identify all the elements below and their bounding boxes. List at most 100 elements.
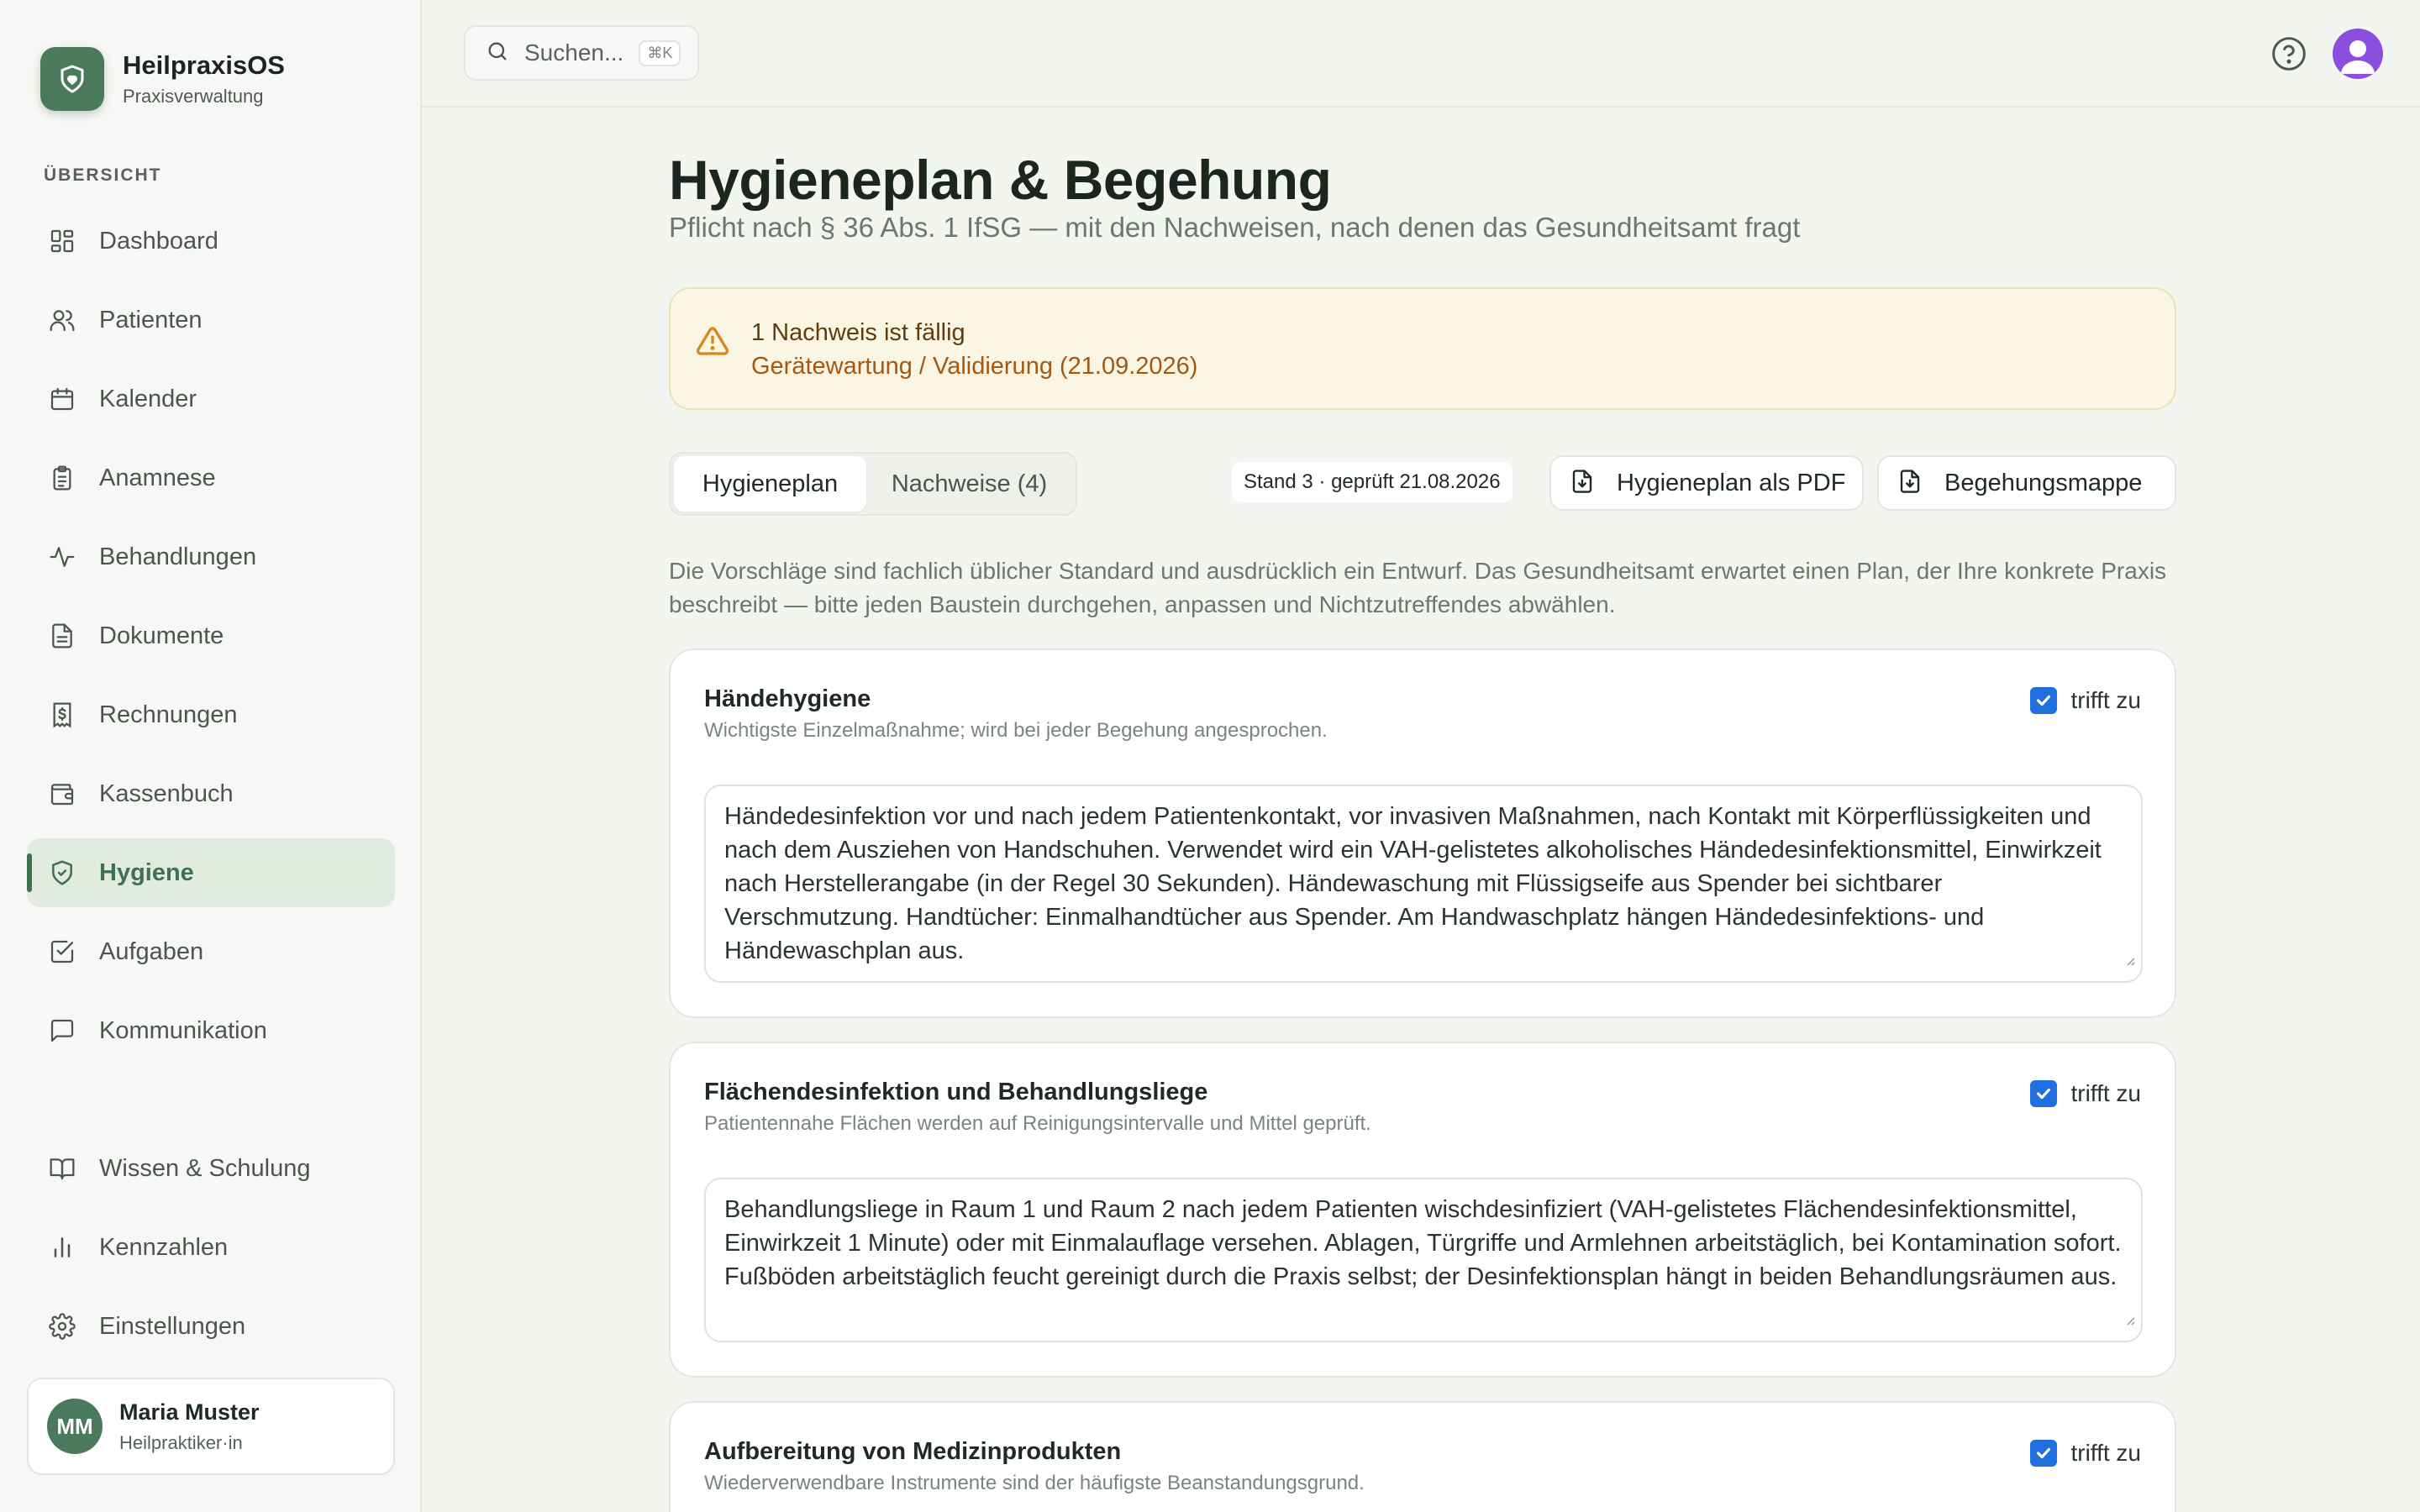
sidebar-item-label: Kennzahlen: [99, 1233, 229, 1261]
export-pdf-label: Hygieneplan als PDF: [1617, 469, 1846, 496]
sidebar-item-label: Behandlungen: [99, 543, 257, 570]
applies-checkbox[interactable]: trifft zu: [2030, 1080, 2141, 1107]
sidebar-item-label: Kommunikation: [99, 1016, 267, 1044]
sidebar-item-label: Anamnese: [99, 464, 216, 491]
sidebar-item-label: Kassenbuch: [99, 780, 234, 807]
search-icon: [486, 39, 509, 67]
page-subtitle: Pflicht nach § 36 Abs. 1 IfSG — mit den …: [669, 212, 1801, 243]
section-text: Händedesinfektion vor und nach jedem Pat…: [724, 803, 2102, 964]
sidebar-item-label: Patienten: [99, 306, 203, 333]
checkbox-label: trifft zu: [2070, 1080, 2141, 1106]
user-name: Maria Muster: [119, 1399, 260, 1425]
due-alert: 1 Nachweis ist fällig Gerätewartung / Va…: [669, 287, 2176, 410]
alert-title: 1 Nachweis ist fällig: [751, 319, 965, 346]
sidebar-item-anamnese[interactable]: Anamnese: [27, 444, 395, 512]
app-subtitle: Praxisverwaltung: [123, 86, 264, 107]
section-card-flaechendesinfektion: Flächendesinfektion und Behandlungsliege…: [669, 1042, 2176, 1378]
applies-checkbox[interactable]: trifft zu: [2030, 1440, 2141, 1467]
help-icon[interactable]: [2270, 35, 2307, 72]
status-badge: Stand 3 · geprüft 21.08.2026: [1232, 462, 1512, 502]
intro-text: Die Vorschläge sind fachlich üblicher St…: [669, 558, 2167, 617]
checkmark-icon: [2030, 1080, 2058, 1107]
activity-icon: [47, 542, 77, 572]
nav-section-label: ÜBERSICHT: [44, 165, 162, 185]
checkbox-label: trifft zu: [2070, 687, 2141, 713]
wallet-icon: [47, 779, 77, 809]
section-textarea[interactable]: Behandlungsliege in Raum 1 und Raum 2 na…: [704, 1178, 2143, 1342]
message-icon: [47, 1016, 77, 1046]
applies-checkbox[interactable]: trifft zu: [2030, 687, 2141, 714]
section-description: Wiederverwendbare Instrumente sind der h…: [704, 1472, 1365, 1494]
grid-icon: [47, 226, 77, 256]
receipt-icon: [47, 700, 77, 730]
sidebar-item-aufgaben[interactable]: Aufgaben: [27, 917, 395, 986]
alert-detail: Gerätewartung / Validierung (21.09.2026): [751, 353, 1198, 380]
users-icon: [47, 305, 77, 335]
avatar: MM: [47, 1399, 103, 1454]
search-shortcut: ⌘K: [639, 39, 681, 66]
sidebar-item-dokumente[interactable]: Dokumente: [27, 601, 395, 670]
section-title: Flächendesinfektion und Behandlungsliege: [704, 1079, 1208, 1105]
sidebar-item-kalender[interactable]: Kalender: [27, 365, 395, 433]
section-textarea[interactable]: Händedesinfektion vor und nach jedem Pat…: [704, 785, 2143, 983]
checkmark-icon: [2030, 687, 2058, 714]
sidebar-item-label: Dokumente: [99, 622, 224, 649]
checkbox-icon: [47, 937, 77, 967]
topbar: Suchen... ⌘K: [422, 0, 2420, 108]
page-title: Hygieneplan & Begehung: [669, 149, 1332, 211]
sidebar-item-label: Einstellungen: [99, 1312, 246, 1340]
profile-avatar-icon[interactable]: [2333, 29, 2383, 79]
sidebar-item-label: Wissen & Schulung: [99, 1154, 311, 1182]
resize-handle-icon[interactable]: [2123, 1302, 2136, 1336]
sidebar: HeilpraxisOS Praxisverwaltung ÜBERSICHT …: [0, 0, 422, 1512]
sidebar-item-dashboard[interactable]: Dashboard: [27, 207, 395, 276]
gear-icon: [47, 1311, 77, 1341]
sidebar-item-kommunikation[interactable]: Kommunikation: [27, 996, 395, 1065]
search-input[interactable]: Suchen... ⌘K: [464, 25, 699, 81]
sidebar-item-kennzahlen[interactable]: Kennzahlen: [27, 1213, 395, 1282]
app-name: HeilpraxisOS: [123, 50, 285, 80]
section-title: Aufbereitung von Medizinprodukten: [704, 1438, 1122, 1465]
warning-icon: [696, 324, 729, 362]
calendar-icon: [47, 384, 77, 414]
section-title: Händehygiene: [704, 685, 871, 712]
begehungsmappe-button[interactable]: Begehungsmappe: [1877, 455, 2176, 511]
checkbox-label: trifft zu: [2070, 1440, 2141, 1466]
resize-handle-icon[interactable]: [2123, 942, 2136, 976]
clipboard-icon: [47, 463, 77, 493]
tab-hygieneplan[interactable]: Hygieneplan: [674, 456, 867, 512]
sidebar-item-label: Hygiene: [99, 858, 194, 886]
user-card[interactable]: MM Maria Muster Heilpraktiker·in: [27, 1378, 395, 1475]
sidebar-item-wissen[interactable]: Wissen & Schulung: [27, 1134, 395, 1203]
brand[interactable]: HeilpraxisOS Praxisverwaltung: [40, 47, 285, 111]
section-description: Wichtigste Einzelmaßnahme; wird bei jede…: [704, 719, 1328, 742]
book-icon: [47, 1153, 77, 1184]
heart-shield-logo-icon: [40, 47, 104, 111]
tab-bar: Hygieneplan Nachweise (4): [669, 452, 1077, 516]
sidebar-item-patienten[interactable]: Patienten: [27, 286, 395, 354]
search-placeholder: Suchen...: [524, 39, 624, 66]
sidebar-item-label: Rechnungen: [99, 701, 238, 728]
section-text: Behandlungsliege in Raum 1 und Raum 2 na…: [724, 1196, 2122, 1290]
main-nav: Dashboard Patienten Kalender Anamnese Be…: [27, 207, 395, 1065]
document-icon: [47, 621, 77, 651]
file-download-icon: [1570, 469, 1595, 498]
begehungsmappe-label: Begehungsmappe: [1944, 469, 2143, 496]
sidebar-item-hygiene[interactable]: Hygiene: [27, 838, 395, 907]
shield-check-icon: [47, 858, 77, 888]
sidebar-item-label: Kalender: [99, 385, 197, 412]
user-role: Heilpraktiker·in: [119, 1431, 243, 1453]
file-download-icon: [1897, 469, 1923, 498]
sidebar-item-kassenbuch[interactable]: Kassenbuch: [27, 759, 395, 828]
bottom-nav: Wissen & Schulung Kennzahlen Einstellung…: [27, 1134, 395, 1361]
export-pdf-button[interactable]: Hygieneplan als PDF: [1549, 455, 1864, 511]
tab-nachweise[interactable]: Nachweise (4): [866, 456, 1072, 512]
section-description: Patientennahe Flächen werden auf Reinigu…: [704, 1112, 1371, 1135]
sidebar-item-behandlungen[interactable]: Behandlungen: [27, 522, 395, 591]
bar-chart-icon: [47, 1232, 77, 1263]
sidebar-item-einstellungen[interactable]: Einstellungen: [27, 1292, 395, 1361]
sidebar-item-rechnungen[interactable]: Rechnungen: [27, 680, 395, 749]
sidebar-item-label: Aufgaben: [99, 937, 204, 965]
section-card-medizinprodukte: Aufbereitung von Medizinprodukten Wieder…: [669, 1401, 2176, 1512]
sidebar-item-label: Dashboard: [99, 227, 218, 255]
